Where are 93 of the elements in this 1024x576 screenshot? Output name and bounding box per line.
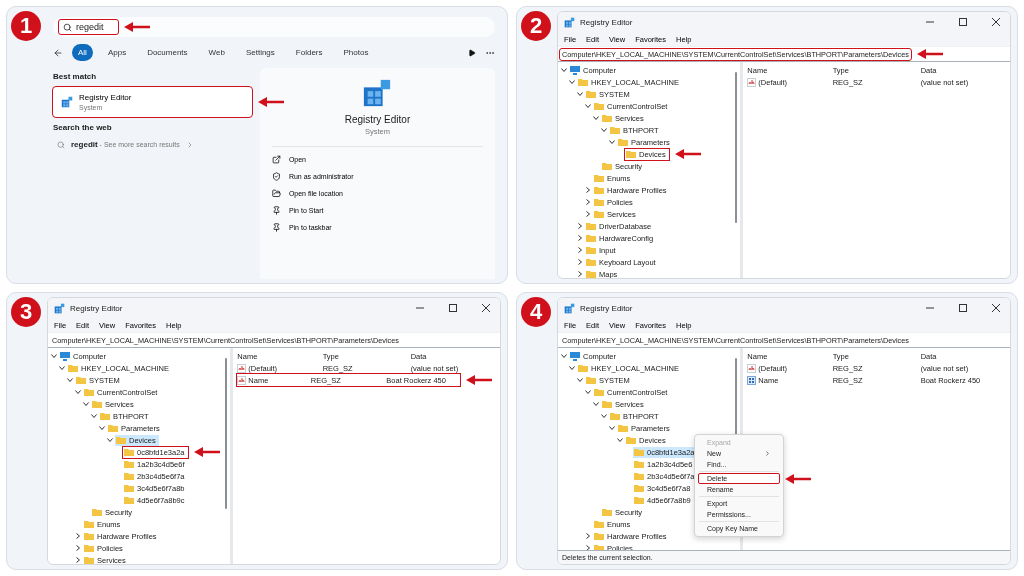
pointer-arrow xyxy=(257,97,284,107)
search-icon xyxy=(57,140,65,149)
pointer-arrow xyxy=(785,473,811,484)
chevron-icon[interactable] xyxy=(617,437,623,443)
chevron-icon[interactable] xyxy=(585,187,591,193)
chevron-icon[interactable] xyxy=(577,259,583,265)
registry-icon xyxy=(61,96,73,108)
step-number-badge: 3 xyxy=(11,297,41,327)
computer-icon xyxy=(60,351,70,361)
registry-icon xyxy=(362,78,393,108)
pointer-arrow xyxy=(123,22,150,32)
registry-icon xyxy=(564,16,575,28)
chevron-icon[interactable] xyxy=(585,545,591,550)
binary-value-icon xyxy=(747,375,757,385)
filter-tab[interactable]: Web xyxy=(202,44,231,61)
scrollbar[interactable] xyxy=(225,358,228,510)
string-value-icon xyxy=(237,363,247,373)
chevron-icon[interactable] xyxy=(569,365,575,371)
chevron-icon[interactable] xyxy=(577,271,583,277)
chevron-icon[interactable] xyxy=(577,235,583,241)
scrollbar[interactable] xyxy=(735,72,738,224)
chevron-icon[interactable] xyxy=(577,91,583,97)
pointer-arrow xyxy=(193,447,220,457)
chevron-icon[interactable] xyxy=(601,413,607,419)
close-icon xyxy=(482,304,490,312)
minimize-icon xyxy=(926,18,934,26)
chevron-icon[interactable] xyxy=(75,533,81,539)
chevron-icon[interactable] xyxy=(75,557,81,563)
string-value-icon xyxy=(747,77,757,87)
search-icon xyxy=(63,22,72,32)
pointer-arrow xyxy=(917,49,943,59)
maximize-icon xyxy=(959,304,967,312)
external-link-icon xyxy=(271,155,281,164)
chevron-icon[interactable] xyxy=(601,127,607,133)
shield-icon xyxy=(271,172,281,181)
filter-tab[interactable]: All xyxy=(72,44,93,61)
chevron-icon[interactable] xyxy=(75,389,81,395)
close-icon xyxy=(992,304,1000,312)
filter-tab[interactable]: Photos xyxy=(337,44,375,61)
play-icon[interactable] xyxy=(468,48,476,57)
window-title: Registry Editor xyxy=(70,303,123,313)
chevron-icon[interactable] xyxy=(83,401,89,407)
filter-tab[interactable]: Folders xyxy=(289,44,329,61)
chevron-icon[interactable] xyxy=(609,139,615,145)
chevron-icon[interactable] xyxy=(561,67,567,73)
chevron-icon[interactable] xyxy=(577,223,583,229)
minimize-icon xyxy=(416,304,424,312)
registry-icon xyxy=(54,302,65,314)
window-title: Registry Editor xyxy=(580,303,633,313)
chevron-icon[interactable] xyxy=(593,401,599,407)
chevron-icon[interactable] xyxy=(577,247,583,253)
section-heading: Best match xyxy=(53,72,98,81)
filter-tab[interactable]: Documents xyxy=(141,44,194,61)
string-value-icon xyxy=(237,375,247,385)
filter-tab[interactable]: Settings xyxy=(239,44,281,61)
registry-icon xyxy=(564,302,575,314)
chevron-icon[interactable] xyxy=(569,79,575,85)
chevron-icon[interactable] xyxy=(107,437,113,443)
window-title: Registry Editor xyxy=(580,17,633,27)
chevron-icon[interactable] xyxy=(67,377,73,383)
pin-icon xyxy=(271,223,281,232)
step-number-badge: 4 xyxy=(521,297,551,327)
computer-icon xyxy=(570,351,580,361)
filter-tab[interactable]: Apps xyxy=(101,44,133,61)
chevron-icon[interactable] xyxy=(75,545,81,551)
pointer-arrow xyxy=(674,149,701,159)
chevron-icon[interactable] xyxy=(585,533,591,539)
maximize-icon xyxy=(449,304,457,312)
step-number-badge: 2 xyxy=(521,11,551,41)
back-arrow-icon[interactable] xyxy=(53,47,63,58)
chevron-icon[interactable] xyxy=(585,103,591,109)
chevron-icon[interactable] xyxy=(593,115,599,121)
folder-icon xyxy=(271,189,281,198)
close-icon xyxy=(992,18,1000,26)
chevron-icon[interactable] xyxy=(585,389,591,395)
minimize-icon xyxy=(926,304,934,312)
chevron-icon[interactable] xyxy=(91,413,97,419)
pointer-arrow xyxy=(465,375,492,385)
chevron-icon[interactable] xyxy=(609,425,615,431)
chevron-icon[interactable] xyxy=(585,199,591,205)
app-title: Registry Editor xyxy=(344,114,411,125)
chevron-icon[interactable] xyxy=(561,353,567,359)
chevron-icon[interactable] xyxy=(585,211,591,217)
pin-icon xyxy=(271,206,281,215)
chevron-icon[interactable] xyxy=(577,377,583,383)
step-number-badge: 1 xyxy=(11,11,41,41)
maximize-icon xyxy=(959,18,967,26)
chevron-icon[interactable] xyxy=(51,353,57,359)
chevron-icon[interactable] xyxy=(59,365,65,371)
section-heading: Search the web xyxy=(53,123,113,132)
string-value-icon xyxy=(747,363,757,373)
computer-icon xyxy=(570,65,580,75)
chevron-icon[interactable] xyxy=(99,425,105,431)
